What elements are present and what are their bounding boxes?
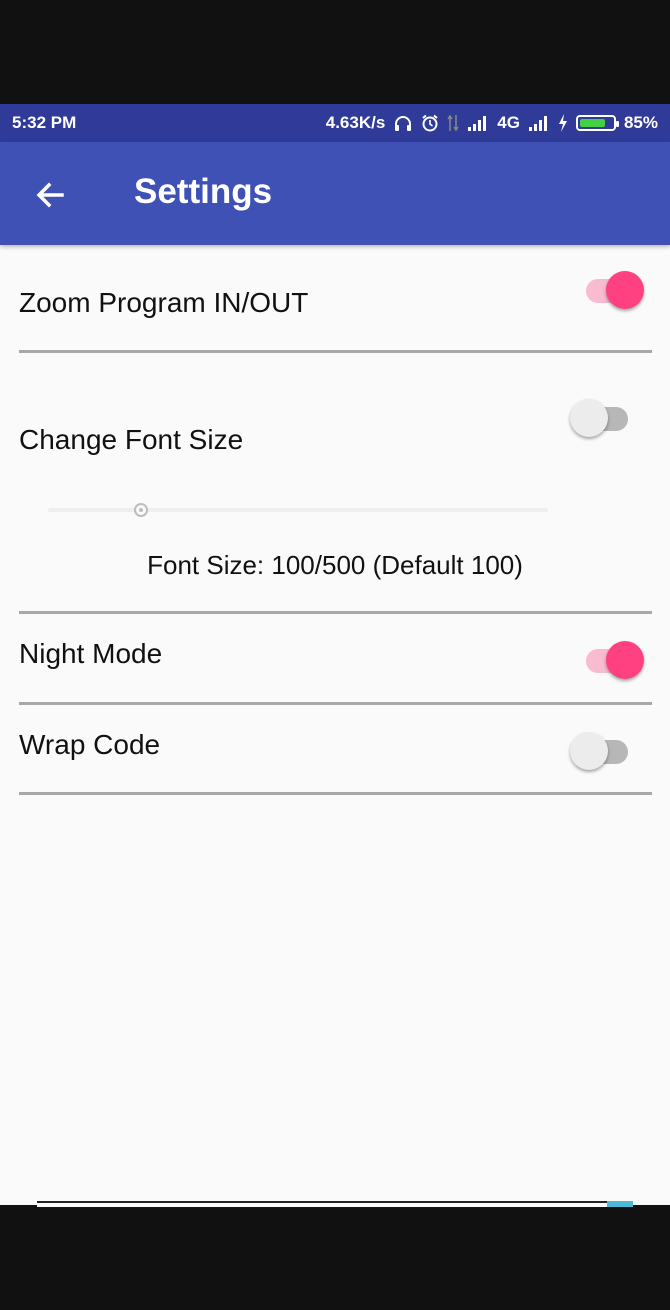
network-type: 4G <box>497 113 520 132</box>
night-mode-switch[interactable] <box>582 638 644 679</box>
divider <box>19 702 652 705</box>
font-size-slider[interactable] <box>48 500 548 520</box>
font-size-value: Font Size: 100/500 (Default 100) <box>147 550 523 580</box>
divider <box>19 350 652 353</box>
divider <box>19 611 652 614</box>
font-size-switch[interactable] <box>570 396 632 437</box>
arrow-back-icon <box>36 182 64 208</box>
font-size-label: Change Font Size <box>19 424 244 455</box>
signal-icon <box>467 115 489 131</box>
status-bar: 5:32 PM 4.63K/s 4G 85% <box>0 104 670 142</box>
wrap-code-label: Wrap Code <box>19 729 161 760</box>
app-bar: Settings <box>0 142 670 245</box>
night-mode-label: Night Mode <box>19 638 163 669</box>
status-icons: 4.63K/s 4G 85% <box>326 113 658 133</box>
phone-screen: 5:32 PM 4.63K/s 4G 85% Settings Zoom Pro… <box>0 0 670 1310</box>
slider-track <box>48 508 548 512</box>
battery-percent: 85% <box>623 113 658 132</box>
divider <box>19 792 652 795</box>
zoom-switch[interactable] <box>582 268 644 309</box>
slider-thumb[interactable] <box>134 503 148 517</box>
status-time: 5:32 PM <box>12 113 77 132</box>
battery-icon <box>575 115 619 131</box>
alarm-icon <box>421 114 439 132</box>
charging-icon <box>558 114 568 132</box>
page-title: Settings <box>134 172 273 211</box>
ad-banner[interactable] <box>37 1201 633 1207</box>
zoom-label: Zoom Program IN/OUT <box>19 287 309 318</box>
net-speed: 4.63K/s <box>325 113 386 132</box>
battery-fill <box>579 119 606 127</box>
data-arrows-icon <box>447 114 459 132</box>
headphones-icon <box>393 114 413 132</box>
wrap-code-switch[interactable] <box>570 729 632 770</box>
back-button[interactable] <box>28 173 72 217</box>
signal-icon <box>528 115 550 131</box>
settings-list: Zoom Program IN/OUT Change Font Size Fon… <box>0 245 670 1205</box>
